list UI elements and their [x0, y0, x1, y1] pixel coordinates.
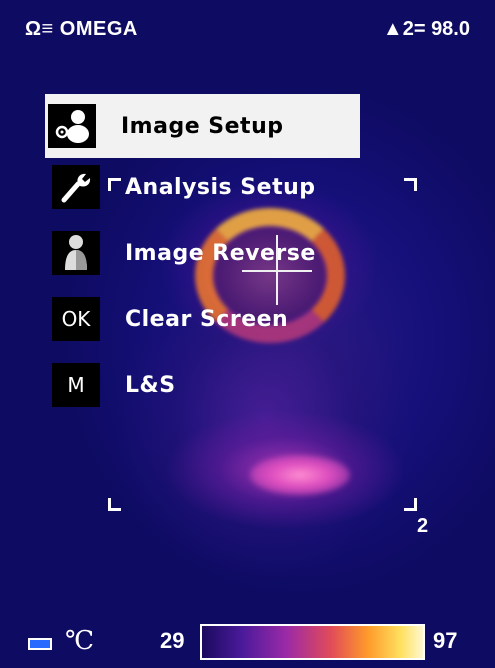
zone-corner-bottom-left — [108, 498, 121, 511]
scale-max-value: 97 — [433, 628, 458, 653]
menu-item-label: Analysis Setup — [125, 174, 316, 200]
menu-item-label: L&S — [125, 372, 176, 398]
temperature-unit: ℃ — [65, 626, 95, 656]
color-scale-bar — [200, 624, 425, 660]
thermal-hotspot-lower — [250, 455, 350, 495]
menu-item-image-setup[interactable]: Image Setup — [45, 94, 360, 158]
zone-number: 2 — [417, 515, 429, 537]
zone-corner-top-right — [404, 178, 417, 191]
main-menu: Image Setup Analysis Setup Image Reverse — [45, 94, 365, 426]
person-silhouette-icon — [52, 231, 100, 275]
menu-item-clear-screen[interactable]: OK Clear Screen — [45, 294, 365, 344]
camera-person-icon — [48, 104, 96, 148]
zone-corner-top-left — [108, 178, 121, 191]
readout-value: 2= 98.0 — [402, 18, 470, 40]
zone-corner-bottom-right — [404, 498, 417, 511]
temperature-readout: ▲2= 98.0 — [383, 18, 470, 41]
menu-item-analysis-setup[interactable]: Analysis Setup — [45, 162, 365, 212]
menu-item-image-reverse[interactable]: Image Reverse — [45, 228, 365, 278]
menu-item-label: Image Reverse — [125, 240, 316, 266]
menu-item-label: Image Setup — [121, 113, 284, 139]
menu-item-label: Clear Screen — [125, 306, 289, 332]
thermal-camera-screen: Ω≡ OMEGA ▲2= 98.0 Image Setup Analysis S… — [0, 0, 495, 668]
scale-min-value: 29 — [160, 628, 185, 653]
triangle-marker-icon: ▲ — [382, 18, 403, 40]
status-footer: ℃ 29 97 — [0, 608, 495, 668]
brand-name: OMEGA — [59, 18, 138, 40]
menu-item-ls[interactable]: M L&S — [45, 360, 365, 410]
ok-key-icon: OK — [52, 297, 100, 341]
battery-icon — [28, 638, 52, 650]
m-key-icon: M — [52, 363, 100, 407]
status-header: Ω≡ OMEGA ▲2= 98.0 — [25, 18, 470, 46]
brand-logo: Ω≡ OMEGA — [25, 18, 138, 41]
crosshair-horizontal — [242, 270, 312, 272]
omega-logo-icon: Ω≡ — [25, 18, 54, 40]
wrench-icon — [52, 165, 100, 209]
